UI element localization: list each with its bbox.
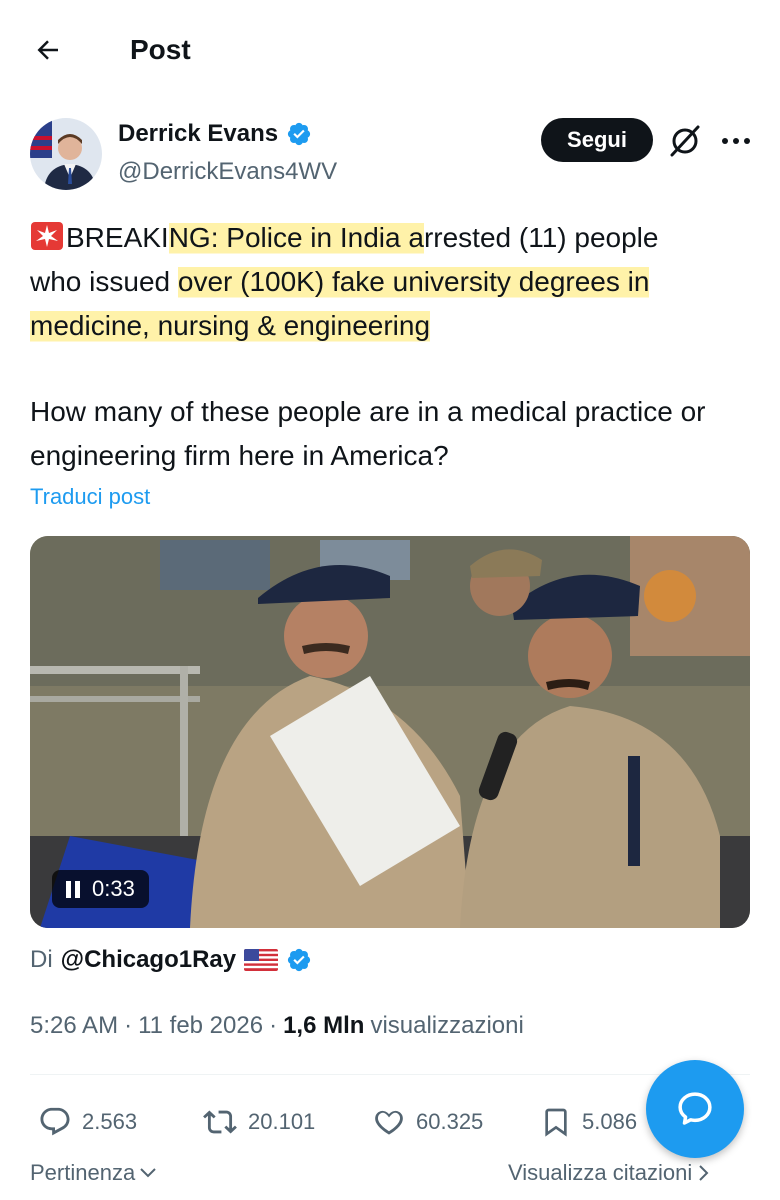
quotes-label: Visualizza citazioni <box>508 1160 693 1185</box>
avatar[interactable] <box>30 118 102 190</box>
author-handle[interactable]: @DerrickEvans4WV <box>118 158 337 186</box>
grok-icon <box>670 125 700 157</box>
views-label: visualizzazioni <box>370 1012 524 1039</box>
repost-icon <box>203 1110 237 1134</box>
siren-emoji-icon <box>30 220 64 250</box>
grok-button[interactable] <box>666 122 704 160</box>
like-button[interactable]: 60.325 <box>372 1100 483 1144</box>
sort-dropdown[interactable]: Pertinenza <box>30 1160 157 1186</box>
arrow-left-icon <box>37 40 58 60</box>
tweet-text: BREAKING: Police in India arrested (11) … <box>30 216 750 478</box>
bookmark-count: 5.086 <box>582 1109 638 1134</box>
bookmark-button[interactable]: 5.086 <box>540 1100 637 1144</box>
reply-button[interactable]: 2.563 <box>38 1100 137 1144</box>
translate-post-link[interactable]: Traduci post <box>30 484 150 510</box>
tweet-paragraph-1: BREAKING: Police in India arrested (11) … <box>30 216 750 348</box>
tweet-line2-highlight: over (100K) fake university degrees in <box>177 264 650 299</box>
follow-button[interactable]: Segui <box>541 118 653 162</box>
video-time-label: 0:33 <box>92 876 135 901</box>
tweet-line1-highlight: NG: Police in India a <box>168 220 424 255</box>
repost-count: 20.101 <box>248 1109 316 1134</box>
more-dots-icon <box>722 138 750 144</box>
reply-icon <box>40 1107 70 1136</box>
verified-badge-icon <box>288 948 311 972</box>
author-name[interactable]: Derrick Evans <box>118 120 312 148</box>
heart-icon <box>375 1110 403 1135</box>
like-count: 60.325 <box>416 1109 484 1134</box>
tweet-line1-suffix: rrested (11) people <box>423 222 659 253</box>
tweet-line3-highlight: medicine, nursing & engineering <box>30 308 431 343</box>
meta-separator: · <box>124 1012 133 1039</box>
post-date[interactable]: 11 feb 2026 <box>138 1012 263 1040</box>
sort-label: Pertinenza <box>30 1160 136 1185</box>
page-title: Post <box>130 34 191 65</box>
chat-bubble-icon <box>678 1092 712 1125</box>
tweet-paragraph-2: How many of these people are in a medica… <box>30 396 706 471</box>
post-time[interactable]: 5:26 AM <box>30 1012 118 1040</box>
tweet-line1-prefix: BREAKI <box>66 222 169 253</box>
verified-badge-icon <box>288 122 311 146</box>
views-count: 1,6 Mln <box>283 1012 365 1039</box>
repost-button[interactable]: 20.101 <box>202 1100 315 1144</box>
author-name-label: Derrick Evans <box>118 120 279 147</box>
more-options-button[interactable] <box>716 122 756 160</box>
pause-icon <box>66 880 80 898</box>
back-button[interactable] <box>28 30 68 70</box>
video-play-pause-button[interactable]: 0:33 <box>52 870 149 908</box>
bookmark-icon <box>545 1108 567 1137</box>
meta-separator: · <box>269 1012 278 1039</box>
attribution-prefix: Di <box>30 946 53 973</box>
video-attribution: Di @Chicago1Ray <box>30 946 312 974</box>
view-quotes-link[interactable]: Visualizza citazioni <box>508 1160 710 1186</box>
reply-count: 2.563 <box>82 1109 138 1134</box>
tweet-line2-prefix: who issued <box>30 266 178 297</box>
chevron-right-icon <box>699 1165 709 1181</box>
compose-reply-fab[interactable] <box>646 1060 744 1158</box>
us-flag-icon <box>244 949 279 971</box>
divider <box>30 1074 750 1075</box>
post-meta: 5:26 AM · 11 feb 2026 · 1,6 Mln visualiz… <box>30 1012 524 1040</box>
attribution-source-link[interactable]: @Chicago1Ray <box>61 946 236 974</box>
chevron-down-icon <box>140 1168 156 1178</box>
